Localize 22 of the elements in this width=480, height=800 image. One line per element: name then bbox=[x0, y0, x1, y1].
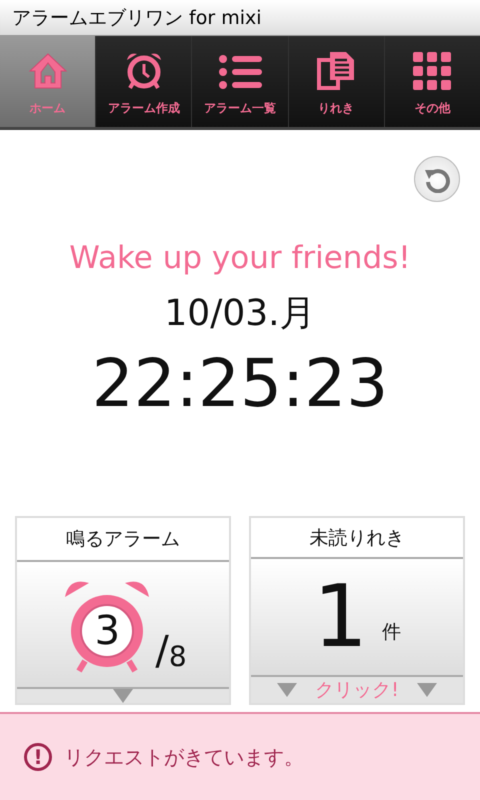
unread-count: 1 bbox=[313, 572, 368, 662]
grid-icon bbox=[413, 52, 452, 90]
count-unit: 件 bbox=[382, 620, 401, 645]
alarm-total: 8 bbox=[168, 640, 187, 673]
refresh-button[interactable] bbox=[414, 156, 460, 202]
list-icon bbox=[218, 54, 262, 90]
nav-tab[interactable]: アラーム一覧 bbox=[191, 36, 288, 127]
nav-tab[interactable]: りれき bbox=[288, 36, 384, 127]
tagline: Wake up your friends! bbox=[69, 239, 411, 278]
window-title: アラームエブリワン for mixi bbox=[11, 6, 263, 31]
clock-time: 22:25:23 bbox=[92, 346, 388, 422]
warning-icon: ! bbox=[24, 743, 52, 771]
slash-separator: / bbox=[155, 631, 169, 671]
expand-arrow-icon bbox=[277, 683, 298, 697]
documents-icon bbox=[316, 50, 356, 90]
expand-arrow-icon bbox=[416, 683, 437, 697]
home-icon bbox=[28, 52, 68, 90]
nav-tab[interactable]: アラーム作成 bbox=[95, 36, 192, 127]
notice-text[interactable]: リクエストがきています。 bbox=[64, 744, 304, 770]
nav-tab[interactable]: その他 bbox=[384, 36, 480, 127]
alarm-count: 3 bbox=[94, 610, 122, 651]
date-text: 10/03.月 bbox=[164, 292, 316, 336]
